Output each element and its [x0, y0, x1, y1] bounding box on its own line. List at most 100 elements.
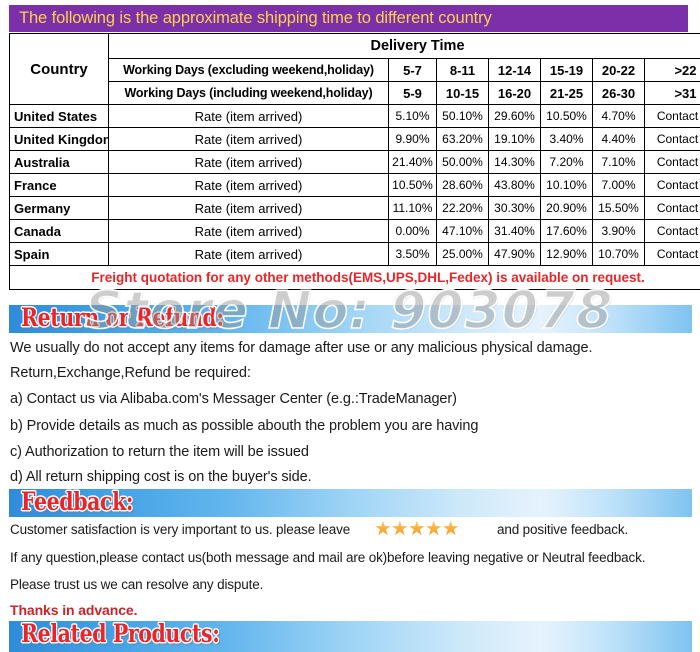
cell-country: Canada: [9, 219, 109, 243]
cell-rate-5: 10.70%: [592, 242, 645, 266]
cell-rate-3: 30.30%: [488, 196, 541, 220]
cell-rate-1: 10.50%: [388, 173, 437, 197]
return-line-c: c) Authorization to return the item will…: [10, 444, 309, 460]
feedback-line-2: If any question,please contact us(both m…: [10, 550, 646, 565]
cell-rate-label: Rate (item arrived): [108, 104, 389, 128]
cell-rate-1: 9.90%: [388, 127, 437, 151]
shipping-time-table: Country Delivery Time Working Days (excl…: [9, 33, 700, 290]
return-line-2: Return,Exchange,Refund be required:: [10, 365, 251, 381]
related-products-banner: Related Products:: [9, 619, 692, 652]
cell-rate-4: 7.20%: [540, 150, 593, 174]
return-line-1: We usually do not accept any items for d…: [10, 340, 593, 356]
cell-rate-5: 7.00%: [592, 173, 645, 197]
cell-rate-3: 47.90%: [488, 242, 541, 266]
header-working-days-excluding: Working Days (excluding weekend,holiday): [108, 58, 389, 82]
header-range-ex-3: 12-14: [488, 58, 541, 82]
cell-rate-1: 3.50%: [388, 242, 437, 266]
cell-rate-4: 12.90%: [540, 242, 593, 266]
feedback-banner: Feedback:: [9, 487, 692, 517]
header-delivery-time: Delivery Time: [108, 33, 700, 59]
table-header-row-excluding: Working Days (excluding weekend,holiday)…: [10, 58, 700, 82]
cell-contact-us[interactable]: Contact us: [644, 127, 700, 151]
cell-country: Australia: [9, 150, 109, 174]
return-line-d: d) All return shipping cost is on the bu…: [10, 469, 312, 485]
freight-quotation-note: Freight quotation for any other methods(…: [9, 265, 700, 290]
cell-rate-label: Rate (item arrived): [108, 150, 389, 174]
feedback-banner-label: Feedback:: [21, 487, 134, 516]
table-header-row-including: Working Days (including weekend,holiday)…: [10, 81, 700, 105]
cell-rate-2: 63.20%: [436, 127, 489, 151]
cell-rate-2: 47.10%: [436, 219, 489, 243]
table-row: Canada Rate (item arrived) 0.00% 47.10% …: [9, 219, 700, 243]
cell-rate-4: 17.60%: [540, 219, 593, 243]
table-row-freight-note: Freight quotation for any other methods(…: [9, 265, 700, 290]
cell-rate-1: 11.10%: [388, 196, 437, 220]
header-range-ex-2: 8-11: [436, 58, 489, 82]
header-range-ex-6: >22: [644, 58, 700, 82]
feedback-thanks: Thanks in advance.: [10, 602, 138, 618]
cell-rate-2: 28.60%: [436, 173, 489, 197]
cell-rate-4: 20.90%: [540, 196, 593, 220]
shipping-title-banner: The following is the approximate shippin…: [9, 5, 688, 32]
cell-rate-1: 5.10%: [388, 104, 437, 128]
cell-rate-1: 0.00%: [388, 219, 437, 243]
cell-rate-3: 19.10%: [488, 127, 541, 151]
cell-rate-2: 50.00%: [436, 150, 489, 174]
cell-rate-5: 15.50%: [592, 196, 645, 220]
cell-rate-3: 29.60%: [488, 104, 541, 128]
header-range-ex-5: 20-22: [592, 58, 645, 82]
return-refund-banner: Return or Refund:: [9, 303, 692, 333]
table-header-row-delivery: Country Delivery Time: [9, 33, 700, 105]
table-row: United States Rate (item arrived) 5.10% …: [9, 104, 700, 128]
cell-rate-3: 43.80%: [488, 173, 541, 197]
header-range-in-4: 21-25: [540, 81, 593, 105]
cell-country: France: [9, 173, 109, 197]
cell-rate-2: 50.10%: [436, 104, 489, 128]
cell-rate-4: 10.50%: [540, 104, 593, 128]
cell-country: Germany: [9, 196, 109, 220]
cell-contact-us[interactable]: Contact us: [644, 196, 700, 220]
cell-rate-1: 21.40%: [388, 150, 437, 174]
cell-country: Spain: [9, 242, 109, 266]
cell-rate-3: 14.30%: [488, 150, 541, 174]
star-rating-glyphs: ★★★★★: [374, 518, 460, 540]
cell-contact-us[interactable]: Contact us: [644, 173, 700, 197]
header-range-in-5: 26-30: [592, 81, 645, 105]
cell-contact-us[interactable]: Contact us: [644, 150, 700, 174]
cell-rate-4: 10.10%: [540, 173, 593, 197]
table-row: Australia Rate (item arrived) 21.40% 50.…: [9, 150, 700, 174]
cell-rate-label: Rate (item arrived): [108, 242, 389, 266]
return-line-b: b) Provide details as much as possible a…: [10, 418, 479, 434]
cell-rate-3: 31.40%: [488, 219, 541, 243]
header-range-in-3: 16-20: [488, 81, 541, 105]
cell-contact-us[interactable]: Contact us: [644, 242, 700, 266]
cell-rate-label: Rate (item arrived): [108, 219, 389, 243]
cell-country: United Kingdon: [9, 127, 109, 151]
return-refund-banner-label: Return or Refund:: [21, 303, 224, 332]
related-products-banner-label: Related Products:: [21, 619, 220, 648]
table-row: United Kingdon Rate (item arrived) 9.90%…: [9, 127, 700, 151]
star-rating-icon: ★★★★★: [374, 518, 460, 540]
header-country: Country: [9, 33, 109, 105]
cell-rate-label: Rate (item arrived): [108, 127, 389, 151]
feedback-line-1-after-stars: and positive feedback.: [497, 522, 629, 537]
cell-rate-5: 7.10%: [592, 150, 645, 174]
table-row: Germany Rate (item arrived) 11.10% 22.20…: [9, 196, 700, 220]
cell-contact-us[interactable]: Contact us: [644, 104, 700, 128]
feedback-line-3: Please trust us we can resolve any dispu…: [10, 577, 264, 592]
header-range-ex-1: 5-7: [388, 58, 437, 82]
header-working-days-including: Working Days (including weekend,holiday): [108, 81, 389, 105]
header-range-ex-4: 15-19: [540, 58, 593, 82]
cell-rate-5: 4.40%: [592, 127, 645, 151]
cell-rate-4: 3.40%: [540, 127, 593, 151]
return-line-a: a) Contact us via Alibaba.com's Messager…: [10, 391, 457, 407]
table-row: France Rate (item arrived) 10.50% 28.60%…: [9, 173, 700, 197]
cell-rate-5: 3.90%: [592, 219, 645, 243]
cell-rate-2: 22.20%: [436, 196, 489, 220]
cell-rate-2: 25.00%: [436, 242, 489, 266]
cell-country: United States: [9, 104, 109, 128]
cell-rate-label: Rate (item arrived): [108, 196, 389, 220]
cell-rate-label: Rate (item arrived): [108, 173, 389, 197]
cell-contact-us[interactable]: Contact us: [644, 219, 700, 243]
cell-rate-5: 4.70%: [592, 104, 645, 128]
